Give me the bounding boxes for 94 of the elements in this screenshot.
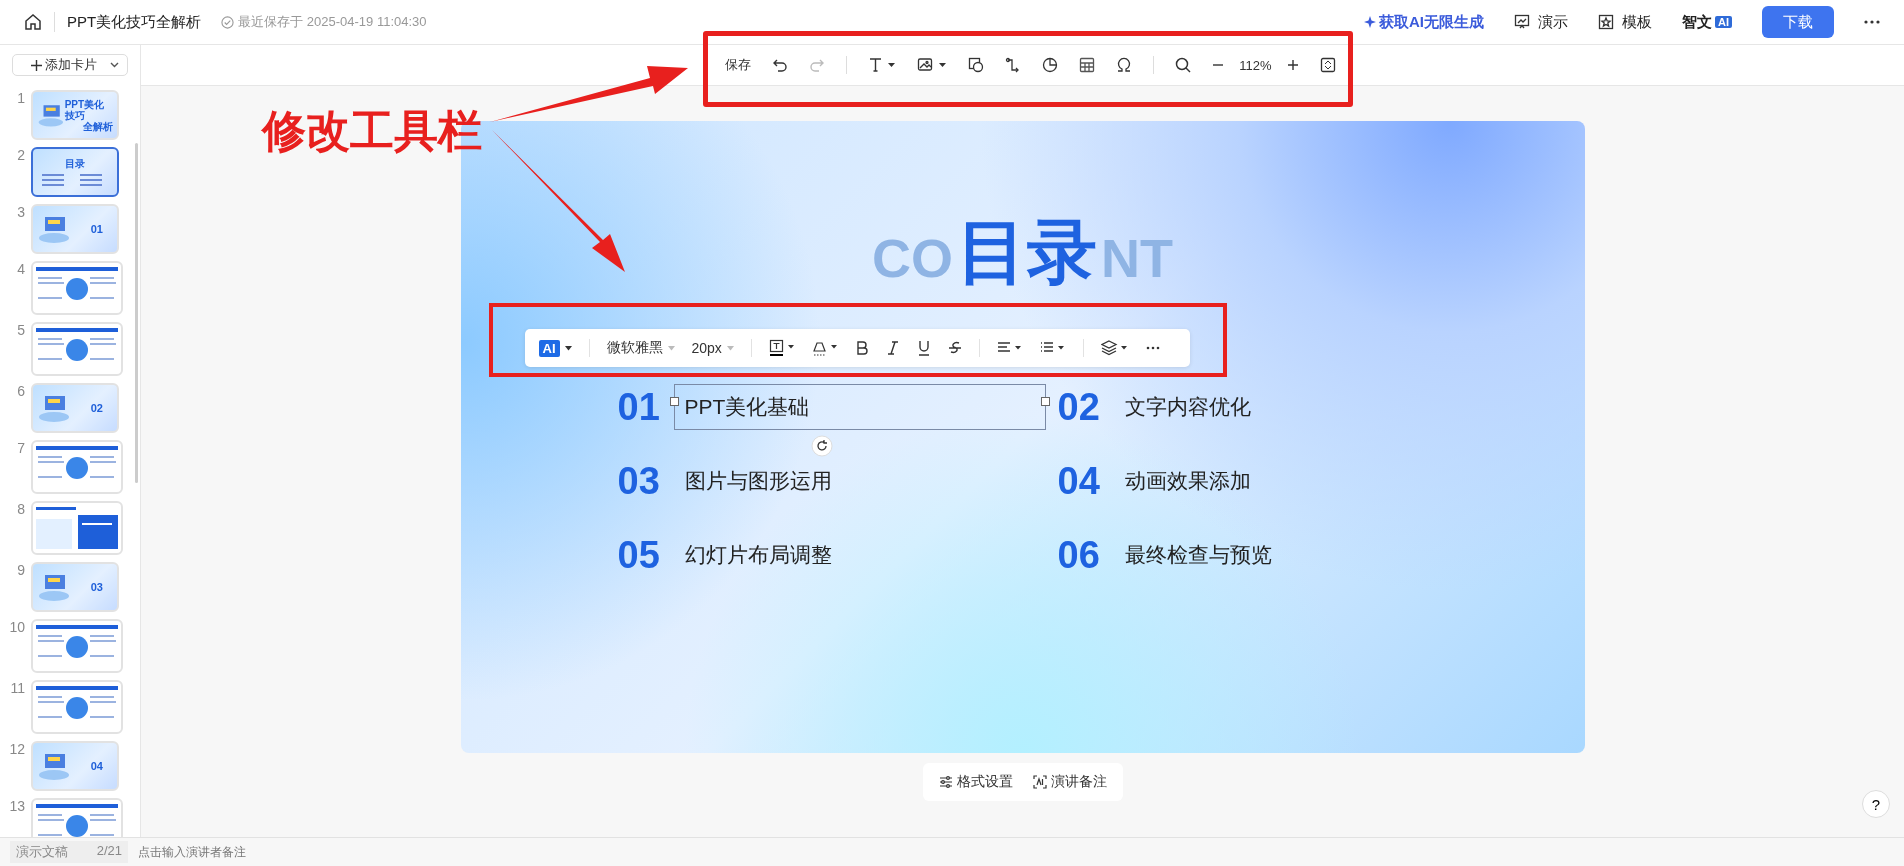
thumbnail-text: PPT美化技巧	[64, 98, 106, 121]
plus-icon	[31, 59, 42, 71]
item-label[interactable]: 文字内容优化	[1113, 384, 1262, 430]
item-number: 06	[1057, 533, 1101, 577]
zoom-level: 112%	[1239, 57, 1272, 73]
presentation-icon	[1514, 14, 1530, 30]
slide-number: 8	[16, 501, 25, 517]
thumbnail-text: 01	[90, 223, 103, 235]
cube-drawing	[37, 751, 71, 781]
sliders-icon	[938, 776, 953, 788]
slide-number: 4	[16, 261, 25, 277]
list-icon[interactable]	[1039, 341, 1066, 355]
text-icon[interactable]	[868, 57, 897, 73]
slide-number: 13	[8, 798, 25, 814]
template-button[interactable]: 模板	[1598, 12, 1652, 32]
slide-thumbnail[interactable]: 01	[31, 204, 119, 254]
font-family-select[interactable]: 微软雅黑	[606, 339, 663, 357]
ai-badge[interactable]: AI	[538, 339, 560, 357]
ai-promo-link[interactable]: 获取AI无限生成	[1379, 12, 1484, 32]
layers-icon[interactable]	[1100, 340, 1129, 356]
zhiwen-ai-button[interactable]: 智文 AI	[1682, 12, 1732, 32]
item-label[interactable]: 图片与图形运用	[673, 458, 843, 504]
shapes-icon[interactable]	[968, 57, 985, 73]
image-icon[interactable]	[917, 57, 948, 73]
thumbnail-text: 02	[90, 402, 103, 414]
notes-frame-icon	[1032, 775, 1047, 789]
caret-icon[interactable]	[564, 345, 572, 351]
watermark-text: CO	[872, 231, 953, 285]
add-card-button[interactable]: 添加卡片	[12, 54, 128, 76]
annotation-label: 修改工具栏	[262, 105, 482, 157]
item-number: 03	[617, 459, 661, 503]
present-button[interactable]: 演示	[1514, 12, 1568, 32]
star-frame-icon	[1598, 14, 1614, 30]
align-icon[interactable]	[996, 341, 1023, 355]
save-status: 最近保存于 2025-04-19 11:04:30	[238, 13, 427, 31]
italic-icon[interactable]	[885, 340, 900, 356]
slide-number: 10	[8, 619, 25, 635]
slide-number: 12	[8, 741, 25, 757]
slide-title: 目录	[957, 217, 1097, 287]
cube-drawing	[37, 393, 71, 423]
item-number: 02	[1057, 385, 1101, 429]
bold-icon[interactable]	[854, 340, 869, 356]
cube-drawing	[37, 214, 71, 244]
slide-thumbnail[interactable]: 02	[31, 383, 119, 433]
sparkle-icon	[1364, 16, 1376, 28]
home-icon[interactable]	[24, 13, 42, 31]
slide-number: 7	[16, 440, 25, 456]
font-size-select[interactable]: 20px	[691, 340, 722, 356]
page-counter: 2/21	[96, 843, 122, 860]
save-button[interactable]: 保存	[725, 56, 752, 74]
more-icon[interactable]	[1864, 20, 1880, 24]
document-title[interactable]: PPT美化技巧全解析	[67, 12, 202, 32]
slide-thumbnail[interactable]: 03	[31, 562, 119, 612]
cube-drawing	[37, 572, 71, 602]
text-color-icon[interactable]	[768, 339, 795, 357]
zoom-in-icon[interactable]	[1286, 59, 1299, 71]
undo-icon[interactable]	[772, 58, 789, 72]
item-label[interactable]: 最终检查与预览	[1113, 532, 1283, 578]
search-icon[interactable]	[1175, 57, 1192, 73]
thumbnail-text: 03	[90, 581, 103, 593]
watermark-text: NT	[1101, 231, 1173, 285]
help-button[interactable]: ?	[1862, 790, 1890, 818]
highlight-icon[interactable]	[811, 339, 838, 357]
item-number: 01	[617, 385, 661, 429]
fit-screen-icon[interactable]	[1319, 57, 1336, 73]
slide-number: 1	[16, 90, 25, 106]
omega-icon[interactable]	[1116, 57, 1133, 73]
slide-thumbnail[interactable]: PPT美化技巧 全解析	[31, 90, 119, 140]
slide-thumbnail[interactable]: 04	[31, 741, 119, 791]
check-circle-icon	[221, 15, 235, 29]
thumbnail-text: 04	[90, 760, 103, 772]
slide-number: 9	[16, 562, 25, 578]
slide-number: 6	[16, 383, 25, 399]
table-icon[interactable]	[1079, 57, 1096, 73]
thumbnail-text: 全解析	[83, 120, 113, 132]
slide-thumbnail[interactable]: 目录	[31, 147, 119, 197]
slide-number: 3	[16, 204, 25, 220]
item-label[interactable]: 动画效果添加	[1113, 458, 1262, 504]
rotate-handle-icon[interactable]	[810, 435, 833, 457]
underline-icon[interactable]	[916, 340, 931, 356]
item-number: 04	[1057, 459, 1101, 503]
presentation-label: 演示文稿	[16, 843, 68, 861]
item-label[interactable]: 幻灯片布局调整	[673, 532, 843, 578]
download-button[interactable]: 下载	[1762, 6, 1834, 38]
item-number: 05	[617, 533, 661, 577]
slide-number: 2	[16, 147, 25, 163]
slide-number: 11	[9, 680, 25, 696]
chevron-down-icon	[110, 62, 119, 68]
slide-number: 5	[16, 322, 25, 338]
more-icon[interactable]	[1145, 346, 1160, 350]
speaker-notes-field[interactable]: 点击输入演讲者备注	[138, 843, 246, 861]
strikethrough-icon[interactable]	[947, 340, 962, 356]
thumbnail-text: 目录	[65, 157, 85, 171]
pie-chart-icon[interactable]	[1042, 57, 1059, 73]
